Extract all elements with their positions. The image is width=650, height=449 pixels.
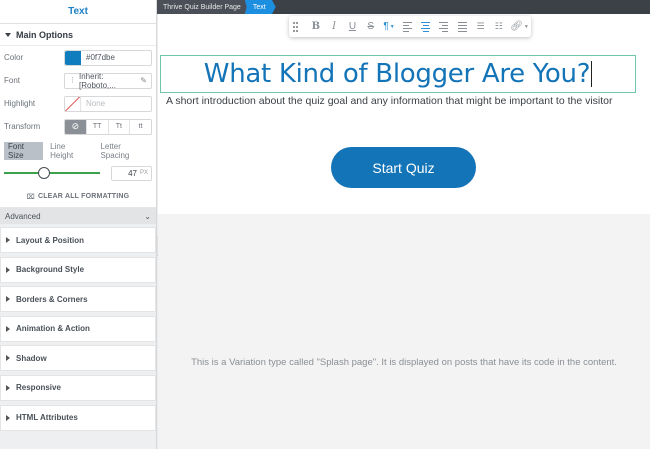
- align-right-icon[interactable]: [435, 16, 453, 37]
- transform-lowercase-button[interactable]: tt: [130, 120, 151, 134]
- expand-triangle-icon: [6, 266, 10, 273]
- align-justify-icon[interactable]: [453, 16, 471, 37]
- breadcrumb-page[interactable]: Thrive Quiz Builder Page: [157, 0, 247, 14]
- transform-uppercase-button[interactable]: TT: [87, 119, 109, 134]
- font-size-unit: PX: [139, 170, 148, 176]
- chevron-down-icon: ⌄: [144, 211, 151, 221]
- clear-formatting-label: CLEAR ALL FORMATTING: [37, 193, 130, 200]
- highlight-row: Highlight None: [0, 92, 156, 115]
- clear-formatting-button[interactable]: ⌧ CLEAR ALL FORMATTING: [0, 186, 156, 208]
- font-field[interactable]: ⋮ Inherit: [Roboto,... ✎: [64, 71, 152, 90]
- color-swatch[interactable]: [65, 50, 81, 65]
- variation-note: This is a Variation type called "Splash …: [191, 357, 617, 368]
- panel-label: Responsive: [16, 383, 61, 393]
- panel-responsive[interactable]: Responsive: [0, 374, 156, 401]
- font-value: Inherit: [Roboto,...: [79, 71, 116, 90]
- numbered-list-icon[interactable]: ☷: [490, 16, 508, 37]
- quiz-title[interactable]: What Kind of Blogger Are You?: [204, 59, 591, 89]
- tab-font-size[interactable]: Font Size: [4, 142, 44, 160]
- panel-label: Shadow: [16, 353, 47, 363]
- font-label: Font: [4, 76, 21, 85]
- tab-line-height[interactable]: Line Height: [46, 142, 91, 160]
- drag-handle-icon[interactable]: [292, 21, 300, 32]
- hero-section: B I U S ¶ ▼ ☰ ☷ 🔗︎ ▼ What Kind of Blogger …: [158, 14, 650, 214]
- color-value: #0f7dbe: [86, 53, 115, 62]
- font-row: Font ⋮ Inherit: [Roboto,... ✎: [0, 69, 156, 92]
- page-canvas: B I U S ¶ ▼ ☰ ☷ 🔗︎ ▼ What Kind of Blogger …: [158, 14, 650, 449]
- title-editor[interactable]: What Kind of Blogger Are You?: [160, 55, 636, 93]
- underline-icon[interactable]: U: [343, 16, 361, 37]
- start-quiz-button[interactable]: Start Quiz: [331, 147, 476, 188]
- transform-row: Transform ⊘ TT Tt tt: [0, 115, 156, 138]
- expand-triangle-icon: [6, 384, 10, 391]
- slider-handle[interactable]: [38, 167, 51, 179]
- transform-capitalize-button[interactable]: Tt: [109, 119, 131, 134]
- strikethrough-icon[interactable]: S: [362, 16, 380, 37]
- panel-label: Background Style: [16, 265, 85, 275]
- option-panels: Layout & Position Background Style Borde…: [0, 224, 156, 431]
- main-options-header[interactable]: Main Options: [0, 24, 156, 46]
- font-size-input[interactable]: 47 PX: [111, 165, 152, 181]
- collapse-triangle-icon: [5, 32, 11, 37]
- text-toolbar: B I U S ¶ ▼ ☰ ☷ 🔗︎ ▼: [289, 16, 531, 37]
- bullet-list-icon[interactable]: ☰: [471, 16, 489, 37]
- advanced-dropdown[interactable]: Advanced ⌄: [0, 208, 156, 224]
- slider-track[interactable]: [4, 172, 100, 174]
- font-size-control: 47 PX: [0, 160, 156, 186]
- transform-options: ⊘ TT Tt tt: [64, 118, 152, 135]
- align-left-icon[interactable]: [398, 16, 416, 37]
- sidebar: Text Main Options Color #0f7dbe Font ⋮ I…: [0, 0, 157, 449]
- panel-borders-corners[interactable]: Borders & Corners: [0, 286, 156, 313]
- panel-label: Layout & Position: [16, 235, 84, 245]
- expand-triangle-icon: [6, 325, 10, 332]
- panel-label: Borders & Corners: [16, 294, 88, 304]
- highlight-label: Highlight: [4, 99, 36, 108]
- quiz-intro-text[interactable]: A short introduction about the quiz goal…: [166, 95, 646, 107]
- breadcrumb-current[interactable]: Text: [244, 0, 276, 14]
- sidebar-title: Text: [0, 0, 156, 24]
- highlight-field[interactable]: None: [64, 95, 152, 112]
- pencil-icon[interactable]: ✎: [140, 76, 147, 85]
- panel-label: HTML Attributes: [16, 413, 78, 423]
- no-color-swatch-icon[interactable]: [65, 96, 81, 111]
- drag-dots-icon: ⋮: [69, 77, 76, 84]
- bold-icon[interactable]: B: [307, 16, 325, 37]
- color-row: Color #0f7dbe: [0, 46, 156, 69]
- panel-background-style[interactable]: Background Style: [0, 256, 156, 283]
- paragraph-icon[interactable]: ¶ ▼: [380, 16, 398, 37]
- color-field[interactable]: #0f7dbe: [64, 49, 152, 66]
- font-size-slider[interactable]: [4, 167, 100, 179]
- transform-none-button[interactable]: ⊘: [65, 119, 87, 134]
- panel-shadow[interactable]: Shadow: [0, 345, 156, 372]
- transform-label: Transform: [4, 122, 41, 131]
- expand-triangle-icon: [6, 237, 10, 243]
- link-icon[interactable]: 🔗︎ ▼: [508, 16, 531, 37]
- expand-triangle-icon: [6, 296, 10, 303]
- expand-triangle-icon: [6, 355, 10, 362]
- color-label: Color: [4, 53, 24, 62]
- tab-letter-spacing[interactable]: Letter Spacing: [96, 142, 152, 160]
- align-center-icon[interactable]: [416, 16, 434, 37]
- panel-animation-action[interactable]: Animation & Action: [0, 315, 156, 342]
- font-size-value: 47: [128, 168, 137, 178]
- expand-triangle-icon: [6, 414, 10, 421]
- typography-tabs: Font Size Line Height Letter Spacing: [4, 142, 152, 160]
- text-cursor: [591, 61, 593, 87]
- breadcrumb: Thrive Quiz Builder Page Text: [157, 0, 650, 14]
- panel-layout-position[interactable]: Layout & Position: [0, 227, 156, 253]
- highlight-placeholder: None: [86, 99, 106, 108]
- main-options-title: Main Options: [16, 29, 73, 40]
- main-options-section: Main Options Color #0f7dbe Font ⋮ Inheri…: [0, 24, 156, 208]
- clear-format-icon: ⌧: [26, 193, 35, 201]
- panel-label: Animation & Action: [16, 324, 90, 334]
- advanced-label: Advanced: [5, 211, 41, 221]
- panel-html-attributes[interactable]: HTML Attributes: [0, 404, 156, 431]
- italic-icon[interactable]: I: [325, 16, 343, 37]
